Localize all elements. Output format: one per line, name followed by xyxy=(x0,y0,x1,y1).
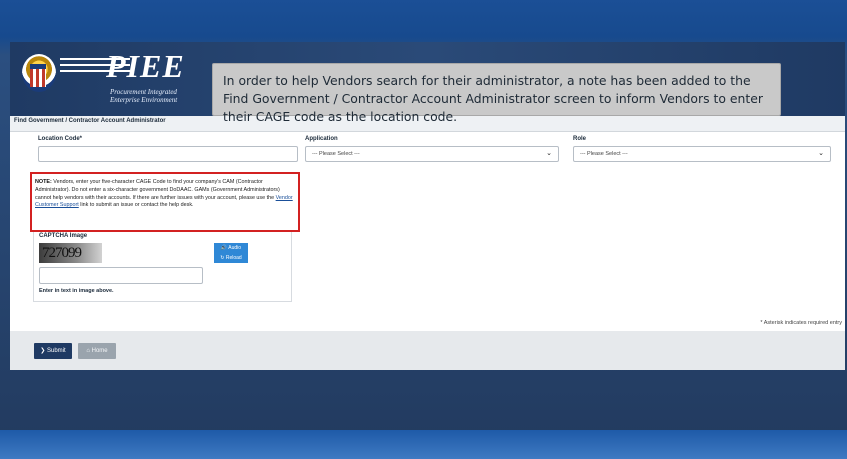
note-prefix: NOTE: xyxy=(35,179,52,185)
captcha-audio-button[interactable]: 🔊 Audio xyxy=(214,243,248,253)
application-label: Application xyxy=(305,136,338,142)
location-code-label: Location Code* xyxy=(38,136,83,142)
note-text-2: link to submit an issue or contact the h… xyxy=(78,202,194,209)
application-select[interactable]: --- Please Select --- ⌄ xyxy=(305,146,559,162)
note-text-1: Vendors, enter your five-character CAGE … xyxy=(35,179,280,201)
required-entry-note: * Asterisk indicates required entry xyxy=(760,320,842,326)
captcha-label: CAPTCHA Image xyxy=(39,233,88,239)
captcha-hint: Enter in text in image above. xyxy=(39,288,114,294)
submit-label: Submit xyxy=(47,348,66,354)
role-label: Role xyxy=(573,136,587,142)
home-label: Home xyxy=(91,348,108,354)
background-band xyxy=(0,430,847,459)
captcha-reload-button[interactable]: ↻ Reload xyxy=(214,253,248,263)
logo-subtitle: Procurement Integrated Enterprise Enviro… xyxy=(110,88,177,104)
logo-title[interactable]: PIEE xyxy=(106,48,185,85)
location-code-input[interactable] xyxy=(38,146,298,162)
annotation-callout: In order to help Vendors search for thei… xyxy=(212,63,781,124)
chevron-down-icon: ⌄ xyxy=(818,150,824,157)
captcha-image: 727099 xyxy=(39,243,102,263)
application-selected-value: --- Please Select --- xyxy=(312,151,360,157)
home-button[interactable]: ⌂ Home xyxy=(78,343,116,359)
role-selected-value: --- Please Select --- xyxy=(580,151,628,157)
chevron-down-icon: ⌄ xyxy=(546,150,552,157)
logo-subtitle-line-1: Procurement Integrated xyxy=(110,88,177,96)
vendor-note-box: NOTE: Vendors, enter your five-character… xyxy=(30,172,300,232)
shield-icon xyxy=(30,64,46,87)
captcha-reload-label: Reload xyxy=(225,255,242,261)
submit-button[interactable]: ❯ Submit xyxy=(34,343,72,359)
captcha-input[interactable] xyxy=(39,267,203,284)
captcha-panel: CAPTCHA Image 727099 🔊 Audio ↻ Reload En… xyxy=(33,232,292,302)
role-select[interactable]: --- Please Select --- ⌄ xyxy=(573,146,831,162)
logo-subtitle-line-2: Enterprise Environment xyxy=(110,96,178,104)
page-title: Find Government / Contractor Account Adm… xyxy=(14,118,166,124)
captcha-audio-label: Audio xyxy=(228,245,242,251)
action-bar: ❯ Submit ⌂ Home xyxy=(10,331,845,370)
